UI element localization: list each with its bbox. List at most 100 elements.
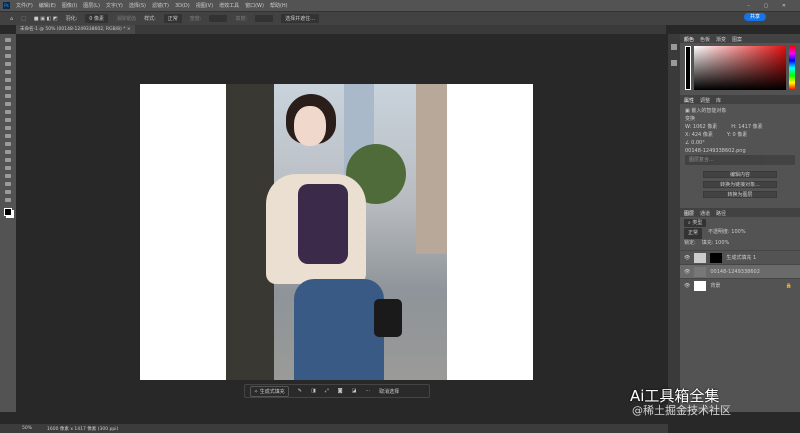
layer-row[interactable]: 👁 生成式填充 1 bbox=[680, 250, 800, 264]
gradient-tool-icon[interactable] bbox=[5, 134, 11, 138]
edit-icon[interactable]: ✎ bbox=[298, 388, 302, 394]
invert-icon[interactable]: ◨ bbox=[311, 388, 316, 394]
properties-tabs: 属性 调整 库 bbox=[680, 95, 800, 104]
layer-thumbnail bbox=[694, 280, 707, 291]
menu-3d[interactable]: 3D(D) bbox=[175, 3, 190, 9]
history-brush-tool-icon[interactable] bbox=[5, 118, 11, 122]
angle-value[interactable]: ∠ 0.00° bbox=[685, 139, 795, 147]
menu-filter[interactable]: 滤镜(T) bbox=[152, 2, 169, 9]
zoom-tool-icon[interactable] bbox=[5, 198, 11, 202]
type-tool-icon[interactable] bbox=[5, 166, 11, 170]
healing-tool-icon[interactable] bbox=[5, 94, 11, 98]
window-controls[interactable]: – ▢ ✕ bbox=[747, 3, 792, 9]
menu-layer[interactable]: 图层(L) bbox=[83, 2, 100, 9]
hue-slider[interactable] bbox=[789, 46, 795, 90]
x-value[interactable]: X: 424 像素 bbox=[685, 131, 713, 139]
menu-image[interactable]: 图像(I) bbox=[62, 2, 77, 9]
layer-filter-label: 类型 bbox=[692, 220, 703, 226]
color-swatch[interactable] bbox=[685, 46, 691, 90]
lasso-tool-icon[interactable] bbox=[5, 54, 11, 58]
menu-plugins[interactable]: 增效工具 bbox=[219, 2, 239, 9]
convert-to-layers-button[interactable]: 转换为图层 bbox=[703, 191, 777, 198]
generative-fill-button[interactable]: ✧ 生成式填充 bbox=[250, 385, 289, 397]
layer-mask-thumbnail bbox=[710, 252, 723, 263]
eraser-tool-icon[interactable] bbox=[5, 126, 11, 130]
antialias-checkbox[interactable]: 消除锯齿 bbox=[116, 15, 136, 22]
tab-patterns[interactable]: 图案 bbox=[732, 36, 742, 43]
document-size: 1600 像素 x 1417 像素 (300 ppi) bbox=[47, 426, 119, 432]
more-icon[interactable]: ··· bbox=[365, 388, 370, 394]
actions-icon[interactable] bbox=[671, 60, 677, 66]
mask-icon[interactable]: ◙ bbox=[338, 388, 343, 394]
status-bar: 50% 1600 像素 x 1417 像素 (300 ppi) bbox=[0, 424, 668, 433]
height-input[interactable] bbox=[255, 15, 274, 22]
crop-tool-icon[interactable] bbox=[5, 70, 11, 74]
fill-field[interactable]: 填充: 100% bbox=[702, 239, 730, 248]
select-and-mask-button[interactable]: 选择并遮住... bbox=[281, 14, 319, 23]
tab-color[interactable]: 颜色 bbox=[684, 36, 694, 43]
jeans bbox=[294, 279, 384, 380]
share-button[interactable]: 共享 bbox=[744, 13, 766, 21]
menu-help[interactable]: 帮助(H) bbox=[270, 2, 288, 9]
deselect-button[interactable]: 取消选择 bbox=[379, 388, 399, 395]
pen-tool-icon[interactable] bbox=[5, 158, 11, 162]
color-picker-field[interactable] bbox=[694, 46, 786, 90]
marquee-tool-icon[interactable] bbox=[5, 46, 11, 50]
tab-swatches[interactable]: 色板 bbox=[700, 36, 710, 43]
tab-gradients[interactable]: 渐变 bbox=[716, 36, 726, 43]
document-tab[interactable]: 未命名-1 @ 50% (00148-1249338602, RGB/8) * … bbox=[16, 25, 135, 34]
color-swatches-icon[interactable] bbox=[4, 208, 12, 216]
brush-tool-icon[interactable] bbox=[5, 102, 11, 106]
menu-type[interactable]: 文字(Y) bbox=[106, 2, 123, 9]
edit-contents-button[interactable]: 编辑内容 bbox=[703, 171, 777, 178]
y-value[interactable]: Y: 0 像素 bbox=[727, 131, 747, 139]
layer-row[interactable]: 👁 背景 🔒 bbox=[680, 278, 800, 292]
menu-edit[interactable]: 编辑(E) bbox=[39, 2, 56, 9]
width-value[interactable]: W: 1062 像素 bbox=[685, 123, 717, 131]
visibility-icon[interactable]: 👁 bbox=[684, 255, 690, 261]
path-select-tool-icon[interactable] bbox=[5, 174, 11, 178]
selection-mode-icons[interactable]: ■ ▣ ◧ ◩ bbox=[34, 16, 58, 22]
style-select[interactable]: 正常 bbox=[163, 14, 182, 23]
width-input[interactable] bbox=[209, 15, 228, 22]
layer-comp-select[interactable]: 图层复合... bbox=[685, 155, 795, 165]
dodge-tool-icon[interactable] bbox=[5, 150, 11, 154]
shape-tool-icon[interactable] bbox=[5, 182, 11, 186]
feather-input[interactable]: 0 像素 bbox=[85, 14, 109, 23]
visibility-icon[interactable]: 👁 bbox=[684, 269, 690, 275]
height-value[interactable]: H: 1417 像素 bbox=[731, 123, 762, 131]
history-icon[interactable] bbox=[671, 44, 677, 50]
transform-icon[interactable]: ⤢ bbox=[325, 388, 329, 394]
tab-properties[interactable]: 属性 bbox=[684, 97, 694, 104]
layer-filter-select[interactable]: ⌕ 类型 bbox=[684, 219, 707, 227]
menu-select[interactable]: 选择(S) bbox=[129, 2, 146, 9]
fill-icon[interactable]: ◪ bbox=[352, 388, 357, 394]
blend-mode-select[interactable]: 正常 bbox=[684, 228, 703, 239]
move-tool-icon[interactable] bbox=[5, 38, 11, 42]
visibility-icon[interactable]: 👁 bbox=[684, 283, 690, 289]
stamp-tool-icon[interactable] bbox=[5, 110, 11, 114]
opacity-field[interactable]: 不透明度: 100% bbox=[708, 228, 746, 239]
menu-window[interactable]: 窗口(W) bbox=[245, 2, 264, 9]
tab-adjustments[interactable]: 调整 bbox=[700, 97, 710, 104]
tab-paths[interactable]: 路径 bbox=[716, 210, 726, 217]
zoom-level[interactable]: 50% bbox=[22, 426, 32, 431]
close-icon[interactable]: × bbox=[127, 27, 131, 32]
convert-to-linked-button[interactable]: 转换为链接对象... bbox=[703, 181, 777, 188]
home-icon[interactable]: ⌂ bbox=[10, 16, 13, 22]
marquee-icon[interactable]: ⬚ bbox=[21, 16, 26, 22]
photoshop-logo-icon: Ps bbox=[3, 2, 10, 9]
menu-view[interactable]: 视图(V) bbox=[196, 2, 213, 9]
hand-tool-icon[interactable] bbox=[5, 190, 11, 194]
frame-tool-icon[interactable] bbox=[5, 78, 11, 82]
layer-row[interactable]: 👁 00148-1249338602 bbox=[680, 264, 800, 278]
toolbar bbox=[0, 34, 16, 412]
menu-file[interactable]: 文件(F) bbox=[16, 2, 33, 9]
building-right bbox=[416, 84, 447, 254]
quick-select-tool-icon[interactable] bbox=[5, 62, 11, 66]
tab-libraries[interactable]: 库 bbox=[716, 97, 721, 104]
eyedropper-tool-icon[interactable] bbox=[5, 86, 11, 90]
tab-layers[interactable]: 图层 bbox=[684, 210, 694, 217]
blur-tool-icon[interactable] bbox=[5, 142, 11, 146]
tab-channels[interactable]: 通道 bbox=[700, 210, 710, 217]
